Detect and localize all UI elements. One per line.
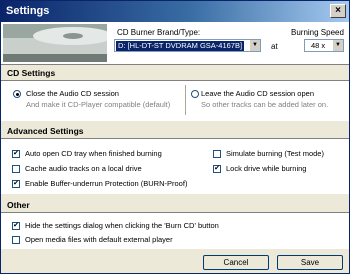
open-media-label[interactable]: Open media files with default external p… xyxy=(25,235,173,244)
speed-select[interactable]: 48 x ▼ xyxy=(304,39,344,52)
leave-session-radio[interactable] xyxy=(191,90,199,98)
at-label: at xyxy=(271,42,278,51)
close-session-sub: And make it CD-Player compatible (defaul… xyxy=(26,100,171,109)
burner-select[interactable]: D: [HL-DT-ST DVDRAM GSA-4167B] ▼ xyxy=(114,39,261,52)
burner-header: CD Burner Brand/Type: D: [HL-DT-ST DVDRA… xyxy=(1,22,349,65)
burner-select-value: D: [HL-DT-ST DVDRAM GSA-4167B] xyxy=(116,41,245,51)
close-session-label[interactable]: Close the Audio CD session xyxy=(26,89,119,98)
lock-drive-checkbox[interactable]: ✔ xyxy=(213,165,221,173)
title-bar[interactable]: Settings × xyxy=(1,1,349,22)
other-panel: ✔ Hide the settings dialog when clicking… xyxy=(1,213,349,249)
speed-label: Burning Speed xyxy=(291,28,344,37)
buffer-underrun-label[interactable]: Enable Buffer-underrun Protection (BURN-… xyxy=(25,179,187,188)
hide-dialog-label[interactable]: Hide the settings dialog when clicking t… xyxy=(25,221,219,230)
speed-select-value: 48 x xyxy=(311,41,326,50)
leave-session-label[interactable]: Leave the Audio CD session open xyxy=(201,89,314,98)
chevron-down-icon[interactable]: ▼ xyxy=(332,40,343,51)
cache-checkbox[interactable] xyxy=(12,165,20,173)
burner-label: CD Burner Brand/Type: xyxy=(117,28,201,37)
open-media-checkbox[interactable] xyxy=(12,236,20,244)
close-session-radio[interactable] xyxy=(13,90,21,98)
simulate-checkbox[interactable] xyxy=(213,150,221,158)
simulate-label[interactable]: Simulate burning (Test mode) xyxy=(226,149,324,158)
auto-open-label[interactable]: Auto open CD tray when finished burning xyxy=(25,149,162,158)
cd-drive-image xyxy=(3,24,107,62)
cache-label[interactable]: Cache audio tracks on a local drive xyxy=(25,164,142,173)
close-button[interactable]: × xyxy=(330,4,346,18)
advanced-settings-heading: Advanced Settings xyxy=(1,125,349,139)
advanced-settings-panel: ✔ Auto open CD tray when finished burnin… xyxy=(1,139,349,194)
cd-settings-divider xyxy=(185,85,186,115)
buffer-underrun-checkbox[interactable]: ✔ xyxy=(12,180,20,188)
cd-settings-heading: CD Settings xyxy=(1,67,349,81)
chevron-down-icon[interactable]: ▼ xyxy=(249,40,260,51)
leave-session-sub: So other tracks can be added later on. xyxy=(201,100,329,109)
lock-drive-label[interactable]: Lock drive while burning xyxy=(226,164,306,173)
cancel-button[interactable]: Cancel xyxy=(203,255,269,270)
hide-dialog-checkbox[interactable]: ✔ xyxy=(12,222,20,230)
auto-open-checkbox[interactable]: ✔ xyxy=(12,150,20,158)
other-heading: Other xyxy=(1,199,349,213)
window-title: Settings xyxy=(6,5,50,17)
cd-settings-panel: Close the Audio CD session And make it C… xyxy=(1,81,349,121)
settings-window: Settings × CD Burner Brand/Type: D: [HL-… xyxy=(0,0,350,274)
save-button[interactable]: Save xyxy=(277,255,343,270)
